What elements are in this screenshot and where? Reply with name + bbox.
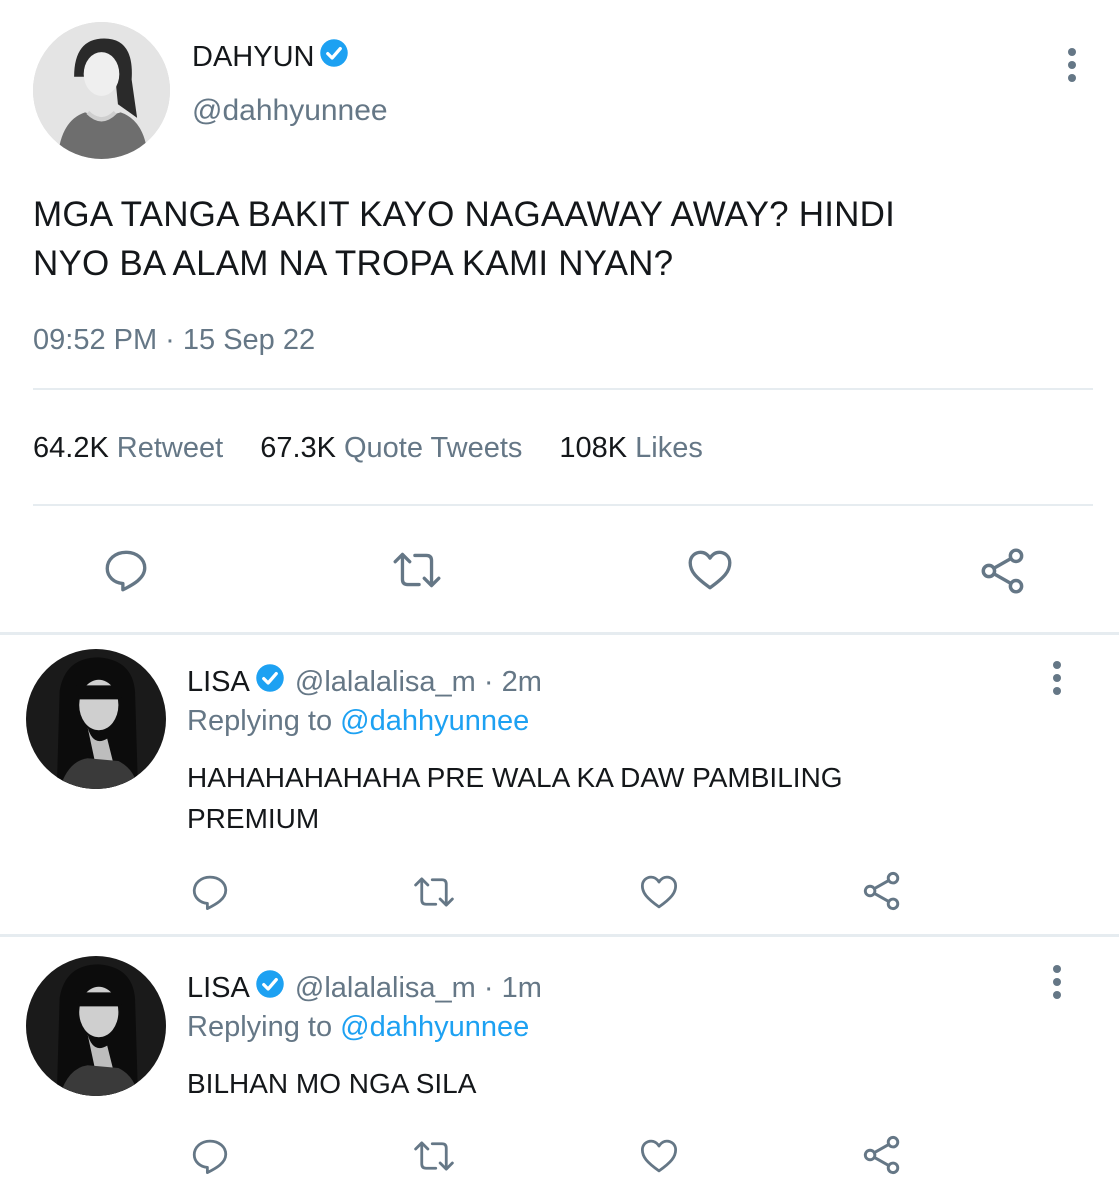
more-options-icon[interactable] — [1051, 661, 1063, 701]
display-name[interactable]: DAHYUN — [192, 38, 349, 76]
more-options-icon[interactable] — [1051, 965, 1063, 1005]
tweet-text: BILHAN MO NGA SILA — [187, 1063, 1067, 1104]
mention-link[interactable]: @dahhyunnee — [340, 1011, 529, 1043]
mention-link[interactable]: @dahhyunnee — [340, 705, 529, 737]
likes-label: Likes — [635, 432, 703, 464]
profile-photo — [26, 956, 166, 1096]
tweet-text-line: NYO BA ALAM NA TROPA KAMI NYAN? — [33, 244, 674, 283]
reply-icon[interactable] — [101, 545, 151, 595]
reply-icon[interactable] — [189, 1135, 231, 1177]
quotes-stat[interactable]: 67.3K Quote Tweets — [260, 432, 522, 465]
retweet-icon[interactable] — [390, 545, 444, 595]
retweets-label: Retweet — [116, 432, 224, 464]
profile-photo — [33, 22, 170, 159]
user-handle[interactable]: @lalalalisa_m · 2m — [295, 666, 542, 699]
divider — [33, 388, 1093, 390]
replying-to: Replying to @dahhyunnee — [187, 705, 529, 738]
likes-count: 108K — [559, 432, 628, 464]
share-icon[interactable] — [860, 869, 904, 913]
quotes-label: Quote Tweets — [343, 432, 523, 464]
retweet-icon[interactable] — [411, 1135, 457, 1177]
retweets-stat[interactable]: 64.2K Retweet — [33, 432, 223, 465]
reply-header: LISA @lalalalisa_m · 2m — [187, 663, 542, 701]
tweet-text-line: HAHAHAHAHAHA PRE WALA KA DAW PAMBILING — [187, 762, 843, 793]
likes-stat[interactable]: 108K Likes — [559, 432, 702, 465]
avatar[interactable] — [33, 22, 170, 159]
verified-badge-icon — [319, 38, 349, 76]
tweet-timestamp[interactable]: 09:52 PM · 15 Sep 22 — [33, 324, 315, 357]
share-icon[interactable] — [977, 545, 1029, 597]
quotes-count: 67.3K — [260, 432, 336, 464]
replying-to-label: Replying to — [187, 1011, 333, 1043]
display-name[interactable]: LISA — [187, 972, 250, 1005]
reply-icon[interactable] — [189, 871, 231, 913]
tweet-text: HAHAHAHAHAHA PRE WALA KA DAW PAMBILING P… — [187, 757, 1067, 839]
tweet-text-line: BILHAN MO NGA SILA — [187, 1068, 477, 1099]
display-name[interactable]: LISA — [187, 666, 250, 699]
display-name-text: DAHYUN — [192, 40, 315, 73]
share-icon[interactable] — [860, 1133, 904, 1177]
like-icon[interactable] — [637, 871, 681, 913]
replying-to-label: Replying to — [187, 705, 333, 737]
profile-photo — [26, 649, 166, 789]
user-handle[interactable]: @dahhyunnee — [192, 94, 388, 128]
tweet-text-line: MGA TANGA BAKIT KAYO NAGAAWAY AWAY? HIND… — [33, 195, 896, 234]
main-tweet: DAHYUN @dahhyunnee MGA TANGA BAKIT KAYO … — [0, 0, 1119, 632]
verified-badge-icon — [255, 663, 285, 701]
divider — [33, 504, 1093, 506]
tweet-text-line: PREMIUM — [187, 803, 320, 834]
retweet-icon[interactable] — [411, 871, 457, 913]
reply-header: LISA @lalalalisa_m · 1m — [187, 969, 542, 1007]
avatar[interactable] — [26, 956, 166, 1096]
replying-to: Replying to @dahhyunnee — [187, 1011, 529, 1044]
user-handle[interactable]: @lalalalisa_m · 1m — [295, 972, 542, 1005]
like-icon[interactable] — [684, 545, 736, 595]
reply-tweet[interactable]: LISA @lalalalisa_m · 1m Replying to @dah… — [0, 937, 1119, 1200]
reply-tweet[interactable]: LISA @lalalalisa_m · 2m Replying to @dah… — [0, 635, 1119, 934]
avatar[interactable] — [26, 649, 166, 789]
retweets-count: 64.2K — [33, 432, 109, 464]
tweet-text: MGA TANGA BAKIT KAYO NAGAAWAY AWAY? HIND… — [33, 190, 1093, 288]
tweet-stats: 64.2K Retweet 67.3K Quote Tweets 108K Likes — [33, 432, 703, 465]
more-options-icon[interactable] — [1066, 48, 1078, 88]
like-icon[interactable] — [637, 1135, 681, 1177]
verified-badge-icon — [255, 969, 285, 1007]
